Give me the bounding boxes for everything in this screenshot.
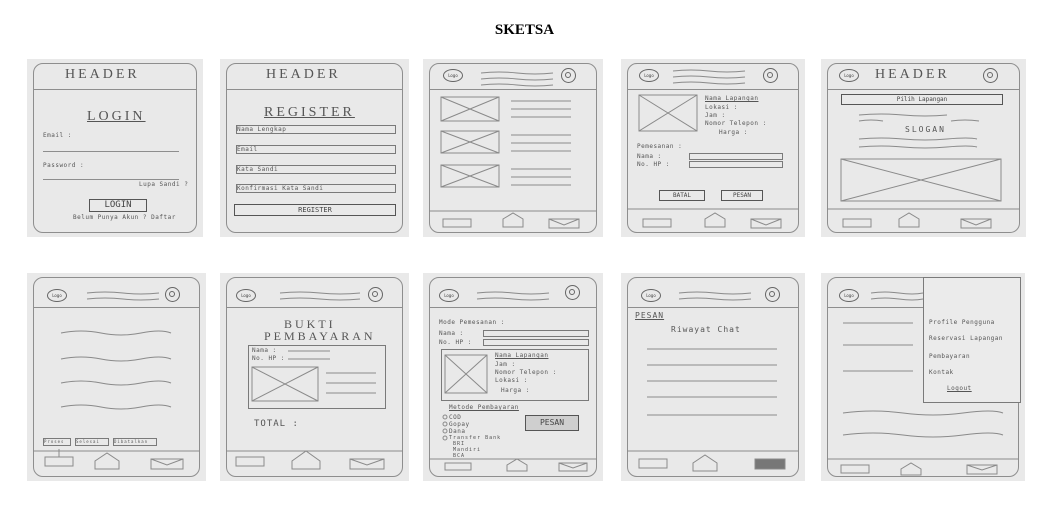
sketch-login: HEADER LOGIN Email : Password : Lupa San… [27, 59, 203, 237]
booking-section-label: Pemesanan : [637, 143, 683, 150]
tab-cancelled[interactable]: Dibatalkan [113, 438, 157, 446]
venue-price: Harga : [719, 129, 748, 136]
register-hint[interactable]: Belum Punya Akun ? Daftar [73, 214, 176, 221]
sketch-register: HEADER REGISTER Nama Lengkap Email Kata … [220, 59, 409, 237]
order-sketch-drawing [429, 291, 597, 472]
tab-done[interactable]: Selesai [75, 438, 109, 446]
page-title: SKETSA [494, 22, 555, 38]
sketch-home: Logo HEADER Pilih Lapangan SLOGAN [821, 59, 1026, 237]
name-input[interactable] [689, 153, 783, 160]
history-sketch-drawing [33, 291, 200, 470]
cancel-button[interactable]: BATAL [659, 190, 705, 201]
login-heading: LOGIN [87, 109, 146, 124]
register-heading: REGISTER [264, 105, 355, 120]
header-text: HEADER [65, 67, 140, 82]
field-email[interactable]: Email [236, 145, 396, 154]
venue-name: Nama Lapangan [705, 95, 759, 102]
sketch-chat: Logo PESAN Riwayat Chat [621, 273, 805, 481]
menu-sketch-drawing [827, 291, 1019, 476]
password-label: Password : [43, 162, 85, 169]
field-confirm-password[interactable]: Konfirmasi Kata Sandi [236, 184, 396, 193]
phone-label: No. HP : [637, 161, 670, 168]
field-fullname[interactable]: Nama Lengkap [236, 125, 396, 134]
sketch-list: Logo [423, 59, 603, 237]
field-password[interactable]: Kata Sandi [236, 165, 396, 174]
header-text: HEADER [266, 67, 341, 82]
tab-process[interactable]: Proses [43, 438, 71, 446]
chat-sketch-drawing [627, 291, 799, 472]
venue-phone: Nomor Telepon : [705, 120, 767, 127]
home-sketch-drawing [827, 113, 1020, 229]
login-button[interactable]: LOGIN [89, 199, 147, 212]
name-label: Nama : [637, 153, 662, 160]
sketch-detail: Logo Nama Lapangan Lokasi : Jam : Nomor … [621, 59, 805, 237]
forgot-password-link[interactable]: Lupa Sandi ? [139, 181, 188, 188]
proof-sketch-drawing [226, 291, 403, 470]
sketch-order-detail: Logo Mode Pemesanan : Nama : No. HP : Na… [423, 273, 603, 481]
sketch-payment-proof: Logo BUKTI PEMBAYARAN Nama : No. HP : TO… [220, 273, 409, 481]
register-button[interactable]: REGISTER [234, 204, 396, 216]
email-label: Email : [43, 132, 72, 139]
venue-hours: Jam : [705, 112, 726, 119]
sketch-menu: Logo Profile Pengguna Reservasi Lapangan… [821, 273, 1025, 481]
phone-input[interactable] [689, 161, 783, 168]
order-button[interactable]: PESAN [721, 190, 763, 201]
sketch-history: Logo Proses Selesai Dibatalkan [27, 273, 206, 481]
venue-location: Lokasi : [705, 104, 738, 111]
list-sketch-drawing [429, 71, 597, 229]
